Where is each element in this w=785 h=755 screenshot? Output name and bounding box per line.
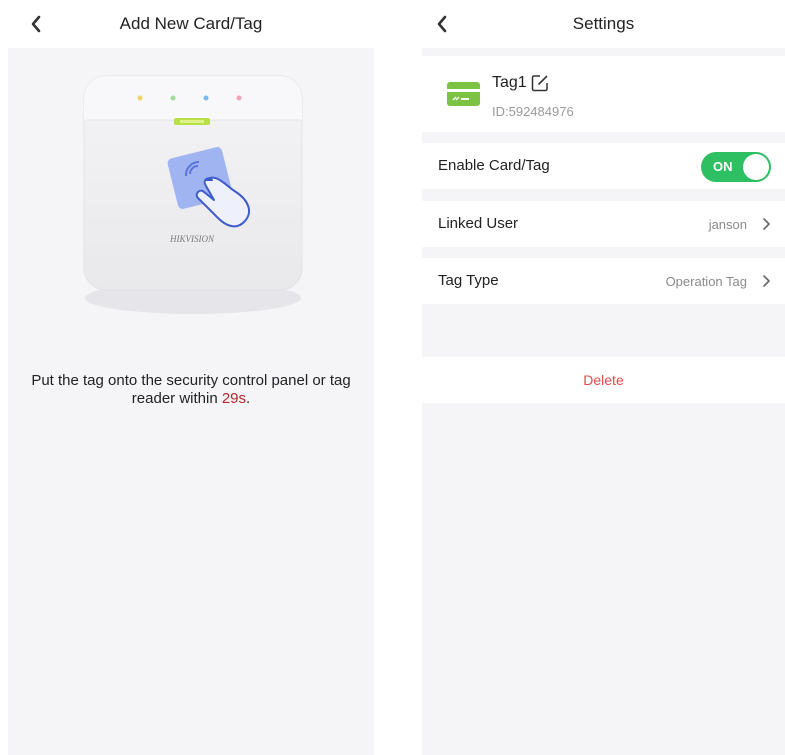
top-bar: Settings bbox=[422, 0, 785, 48]
tag-type-row[interactable]: Tag Type Operation Tag bbox=[422, 258, 785, 304]
delete-button[interactable]: Delete bbox=[583, 372, 623, 388]
tag-id: ID:592484976 bbox=[492, 104, 574, 119]
toggle-state-label: ON bbox=[713, 159, 733, 174]
linked-user-label: Linked User bbox=[438, 215, 519, 232]
tag-name: Tag1 bbox=[492, 74, 549, 92]
chevron-right-icon bbox=[763, 218, 770, 230]
enable-card-toggle[interactable]: ON bbox=[701, 152, 771, 182]
top-bar: Add New Card/Tag bbox=[8, 0, 374, 48]
tag-type-label: Tag Type bbox=[438, 272, 499, 289]
enable-card-label: Enable Card/Tag bbox=[438, 157, 550, 174]
control-panel-illustration: HIKVISION bbox=[68, 62, 318, 324]
add-card-screen: Add New Card/Tag HIKVISION Put the tag o… bbox=[8, 0, 374, 755]
instruction-text: Put the tag onto the security control pa… bbox=[31, 372, 351, 407]
card-icon bbox=[447, 82, 480, 106]
chevron-right-icon bbox=[763, 275, 770, 287]
brand-logo: HIKVISION bbox=[169, 234, 215, 244]
page-title: Add New Card/Tag bbox=[119, 14, 263, 33]
tag-info-card: Tag1 ID:592484976 bbox=[422, 56, 785, 132]
enable-card-row: Enable Card/Tag ON bbox=[422, 143, 785, 189]
settings-screen: Settings Tag1 ID:592484976 Enable Card/T… bbox=[422, 0, 785, 755]
toggle-knob bbox=[743, 154, 769, 180]
linked-user-value: janson bbox=[708, 217, 747, 232]
edit-icon[interactable] bbox=[531, 74, 549, 92]
delete-row: Delete bbox=[422, 357, 785, 403]
tag-type-value: Operation Tag bbox=[665, 274, 747, 289]
countdown-timer: 29s bbox=[221, 390, 247, 407]
linked-user-row[interactable]: Linked User janson bbox=[422, 201, 785, 247]
page-title: Settings bbox=[572, 14, 635, 33]
